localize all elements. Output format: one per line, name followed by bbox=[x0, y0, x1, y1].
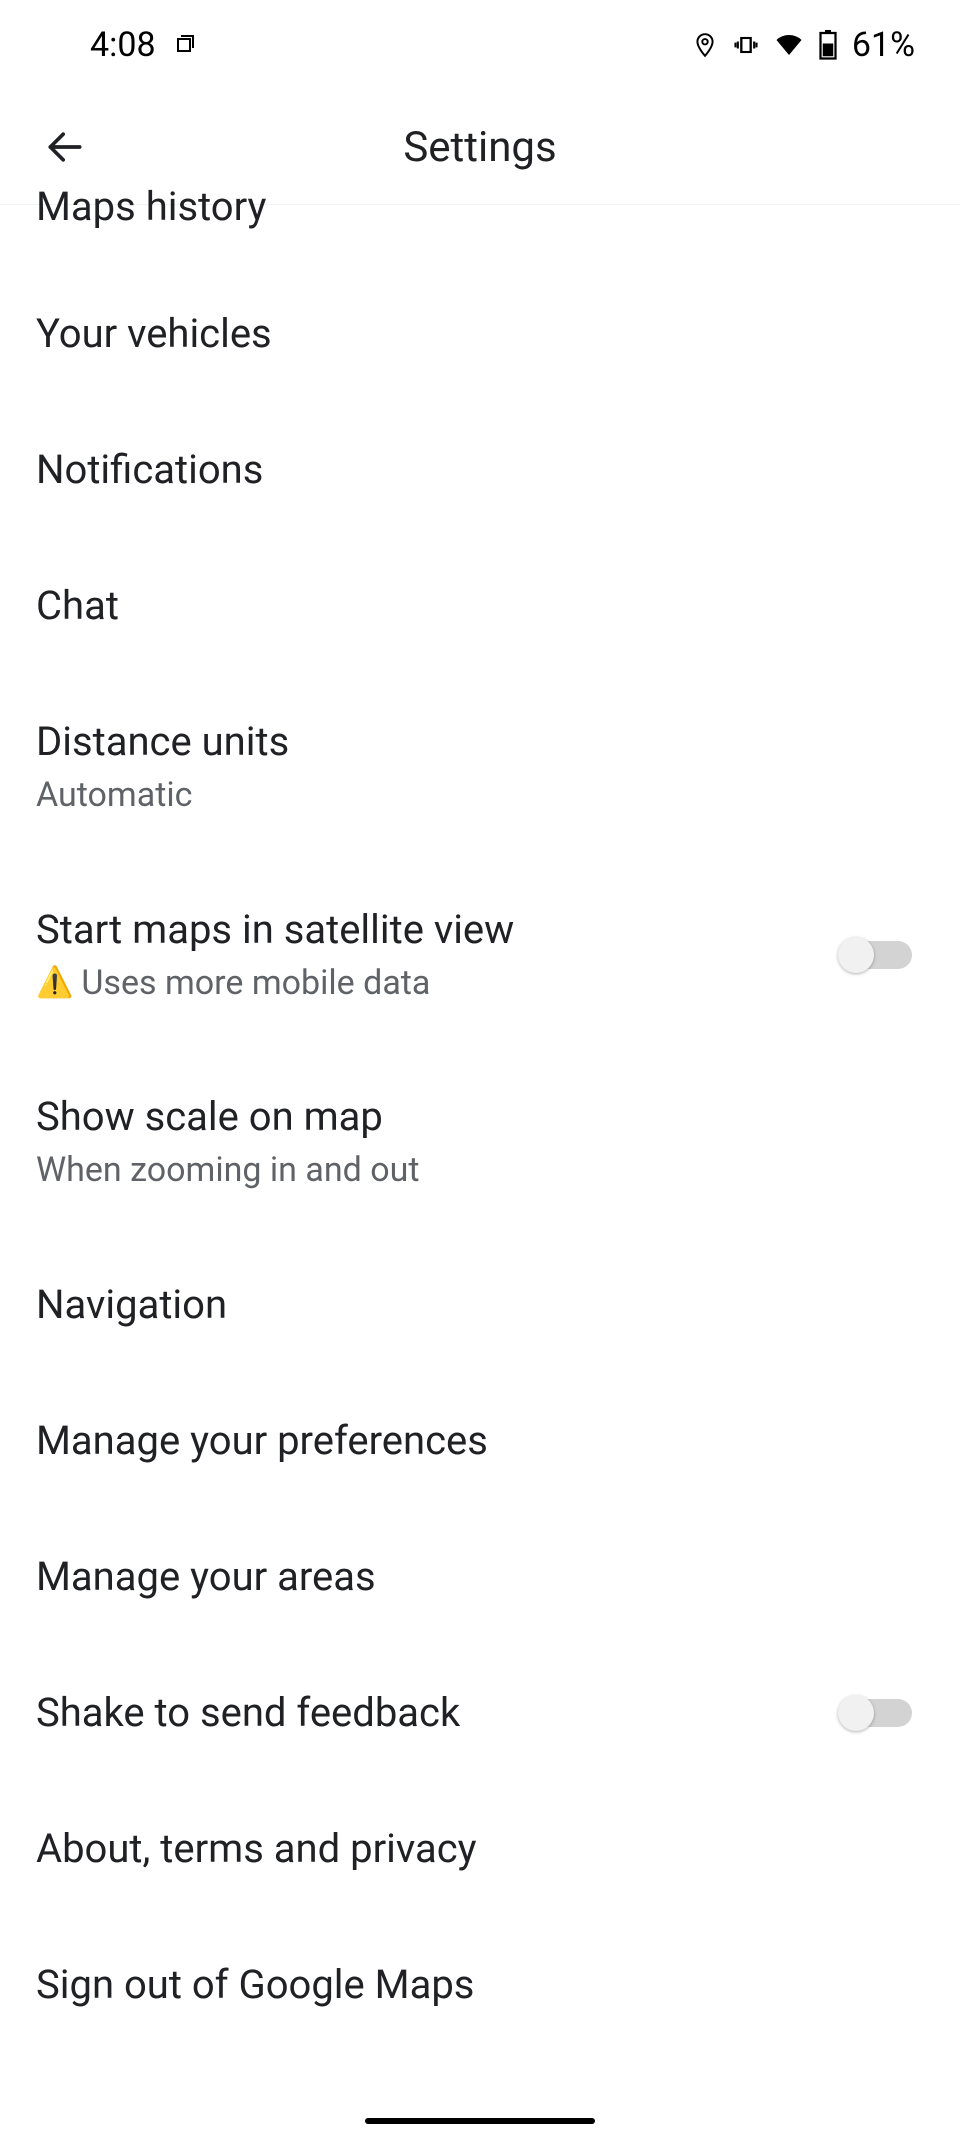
arrow-left-icon bbox=[43, 125, 87, 169]
setting-title: Your vehicles bbox=[36, 308, 924, 360]
shake-feedback-toggle[interactable] bbox=[840, 1699, 912, 1727]
setting-item-satellite-view[interactable]: Start maps in satellite view ⚠️ Uses mor… bbox=[36, 862, 924, 1050]
setting-item-scale[interactable]: Show scale on map When zooming in and ou… bbox=[36, 1049, 924, 1237]
setting-item-distance-units[interactable]: Distance units Automatic bbox=[36, 674, 924, 862]
setting-item-about[interactable]: About, terms and privacy bbox=[36, 1781, 924, 1917]
wifi-icon bbox=[774, 30, 804, 60]
setting-item-notifications[interactable]: Notifications bbox=[36, 402, 924, 538]
setting-title: Manage your preferences bbox=[36, 1415, 924, 1467]
setting-title: Shake to send feedback bbox=[36, 1687, 840, 1739]
setting-subtitle: ⚠️ Uses more mobile data bbox=[36, 960, 840, 1008]
toggle-thumb bbox=[838, 1695, 874, 1731]
setting-item-vehicles[interactable]: Your vehicles bbox=[36, 266, 924, 402]
back-button[interactable] bbox=[35, 117, 95, 177]
setting-title: Notifications bbox=[36, 444, 924, 496]
setting-title: Show scale on map bbox=[36, 1091, 924, 1143]
app-bar: Settings bbox=[0, 90, 960, 205]
setting-title: Distance units bbox=[36, 716, 924, 768]
setting-subtitle: Automatic bbox=[36, 772, 924, 820]
location-icon bbox=[692, 32, 718, 58]
status-left: 4:08 bbox=[90, 25, 198, 65]
setting-title: Chat bbox=[36, 580, 924, 632]
setting-item-chat[interactable]: Chat bbox=[36, 538, 924, 674]
vibrate-icon bbox=[732, 31, 760, 59]
setting-item-shake-feedback[interactable]: Shake to send feedback bbox=[36, 1645, 924, 1781]
setting-subtitle-text: Uses more mobile data bbox=[81, 960, 430, 1008]
nav-indicator[interactable] bbox=[365, 2118, 595, 2124]
status-bar: 4:08 61% bbox=[0, 0, 960, 90]
setting-title: About, terms and privacy bbox=[36, 1823, 924, 1875]
setting-item-areas[interactable]: Manage your areas bbox=[36, 1509, 924, 1645]
tabs-icon bbox=[174, 33, 198, 57]
page-title: Settings bbox=[0, 123, 960, 172]
settings-list: Maps history Your vehicles Notifications… bbox=[0, 187, 960, 2053]
setting-item-preferences[interactable]: Manage your preferences bbox=[36, 1373, 924, 1509]
setting-item-navigation[interactable]: Navigation bbox=[36, 1237, 924, 1373]
setting-title: Manage your areas bbox=[36, 1551, 924, 1603]
setting-title: Navigation bbox=[36, 1279, 924, 1331]
status-time: 4:08 bbox=[90, 25, 156, 65]
battery-icon bbox=[818, 30, 838, 60]
setting-title: Start maps in satellite view bbox=[36, 904, 840, 956]
toggle-thumb bbox=[838, 937, 874, 973]
setting-subtitle: When zooming in and out bbox=[36, 1147, 924, 1195]
warning-icon: ⚠️ bbox=[36, 962, 73, 1004]
satellite-view-toggle[interactable] bbox=[840, 941, 912, 969]
setting-item-signout[interactable]: Sign out of Google Maps bbox=[36, 1917, 924, 2053]
setting-title: Sign out of Google Maps bbox=[36, 1959, 924, 2011]
battery-text: 61% bbox=[852, 25, 915, 65]
status-right: 61% bbox=[692, 25, 915, 65]
